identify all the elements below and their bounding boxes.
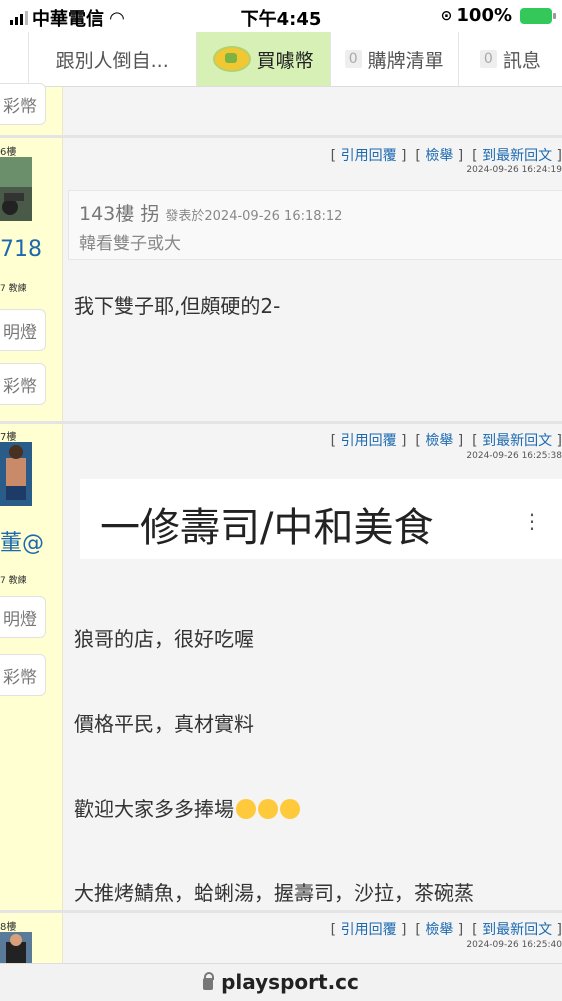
smile-emoji-icon: [236, 799, 256, 819]
user-avatar[interactable]: [0, 932, 32, 964]
user-avatar[interactable]: [0, 157, 32, 221]
post-time: 2024-09-26 16:25:38: [466, 451, 562, 461]
tab-previous[interactable]: [0, 32, 29, 86]
quote-body: 韓看雙子或大: [79, 234, 181, 254]
post-divider: [0, 135, 562, 138]
report-link[interactable]: 檢舉: [425, 433, 453, 449]
post-actions: [ 引用回覆 ] [ 檢舉 ] [ 到最新回文 ]: [330, 148, 562, 164]
user-name[interactable]: 718: [0, 237, 42, 262]
user-rank: 7 教練: [0, 284, 27, 294]
battery-charging-icon: [520, 7, 556, 24]
post-line: 大推烤鯖魚，蛤蜊湯，握壽司，沙拉，茶碗蒸: [74, 881, 474, 905]
clock: 下午4:45: [240, 9, 322, 30]
lock-icon: [203, 972, 215, 990]
forum-tab-bar: 跟別人倒自... 買噱幣 0 購牌清單 0 訊息: [0, 32, 562, 87]
post-line-row: 歡迎大家多多捧場: [74, 793, 300, 822]
coin-button[interactable]: 彩幣: [0, 83, 46, 125]
status-bar: 中華電信 ◠ 下午4:45 ⊙ 100%: [0, 0, 562, 32]
user-avatar[interactable]: [0, 442, 32, 506]
quote-time: 發表於2024-09-26 16:18:12: [165, 209, 343, 224]
floor-number: 6樓: [0, 147, 17, 158]
floor-number: 8樓: [0, 922, 17, 933]
post-text: 我下雙子耶,但頗硬的2-: [74, 294, 281, 318]
latest-reply-link[interactable]: 到最新回文: [482, 433, 552, 449]
quote-reply-link[interactable]: 引用回覆: [341, 922, 397, 938]
tab-thread-label: 跟別人倒自...: [55, 49, 169, 72]
light-button[interactable]: 明燈: [0, 596, 46, 638]
quote-reply-link[interactable]: 引用回覆: [341, 433, 397, 449]
post-time: 2024-09-26 16:24:19: [466, 165, 562, 175]
light-button[interactable]: 明燈: [0, 309, 46, 351]
battery-percent: 100%: [456, 5, 512, 26]
post-line: 歡迎大家多多捧場: [74, 797, 234, 821]
smile-emoji-icon: [258, 799, 278, 819]
coin-button[interactable]: 彩幣: [0, 363, 46, 405]
quote-reply-link[interactable]: 引用回覆: [341, 148, 397, 164]
coin-button[interactable]: 彩幣: [0, 654, 46, 696]
embed-title: 一修壽司/中和美食: [100, 505, 434, 551]
more-options-icon[interactable]: ⋮: [522, 509, 542, 533]
quoted-post: 143樓 拐 發表於2024-09-26 16:18:12 韓看雙子或大: [68, 190, 562, 260]
site-url: playsport.cc: [221, 970, 359, 994]
latest-reply-link[interactable]: 到最新回文: [482, 922, 552, 938]
post-divider: [0, 910, 562, 913]
tab-messages-label: 訊息: [502, 49, 541, 72]
orientation-lock-icon: ⊙: [440, 7, 453, 24]
tab-buy-coins-label: 買噱幣: [256, 49, 314, 72]
post-time: 2024-09-26 16:25:40: [466, 940, 562, 950]
message-count-badge: 0: [479, 50, 497, 68]
latest-reply-link[interactable]: 到最新回文: [482, 148, 552, 164]
post-line: 狼哥的店，很好吃喔: [74, 627, 254, 651]
floor-number: 7樓: [0, 432, 17, 443]
tab-thread[interactable]: 跟別人倒自...: [29, 32, 197, 86]
post-line: 價格平民，真材實料: [74, 712, 254, 736]
tab-purchase-list-label: 購牌清單: [367, 49, 444, 72]
user-name[interactable]: 董@: [0, 525, 44, 557]
quote-floor: 143樓: [79, 203, 135, 225]
embedded-video[interactable]: 一修壽司/中和美食 ⋮: [80, 479, 562, 559]
report-link[interactable]: 檢舉: [425, 922, 453, 938]
tab-purchase-list[interactable]: 0 購牌清單: [331, 32, 459, 86]
user-sidebar: 彩幣 6樓 718 7 教練 明燈 彩幣 7樓 董@ 7 教練 明燈 彩幣 8樓: [0, 83, 63, 964]
purchase-count-badge: 0: [344, 50, 362, 68]
post-actions: [ 引用回覆 ] [ 檢舉 ] [ 到最新回文 ]: [330, 433, 562, 449]
user-rank: 7 教練: [0, 576, 27, 586]
coin-icon: [212, 46, 251, 72]
tab-buy-coins[interactable]: 買噱幣: [196, 32, 331, 86]
report-link[interactable]: 檢舉: [425, 148, 453, 164]
quote-user: 拐: [140, 203, 160, 225]
post-actions: [ 引用回覆 ] [ 檢舉 ] [ 到最新回文 ]: [330, 922, 562, 938]
smile-emoji-icon: [280, 799, 300, 819]
post-divider: [0, 421, 562, 424]
tab-messages[interactable]: 0 訊息: [459, 32, 562, 86]
browser-address-bar[interactable]: playsport.cc: [0, 963, 562, 1001]
